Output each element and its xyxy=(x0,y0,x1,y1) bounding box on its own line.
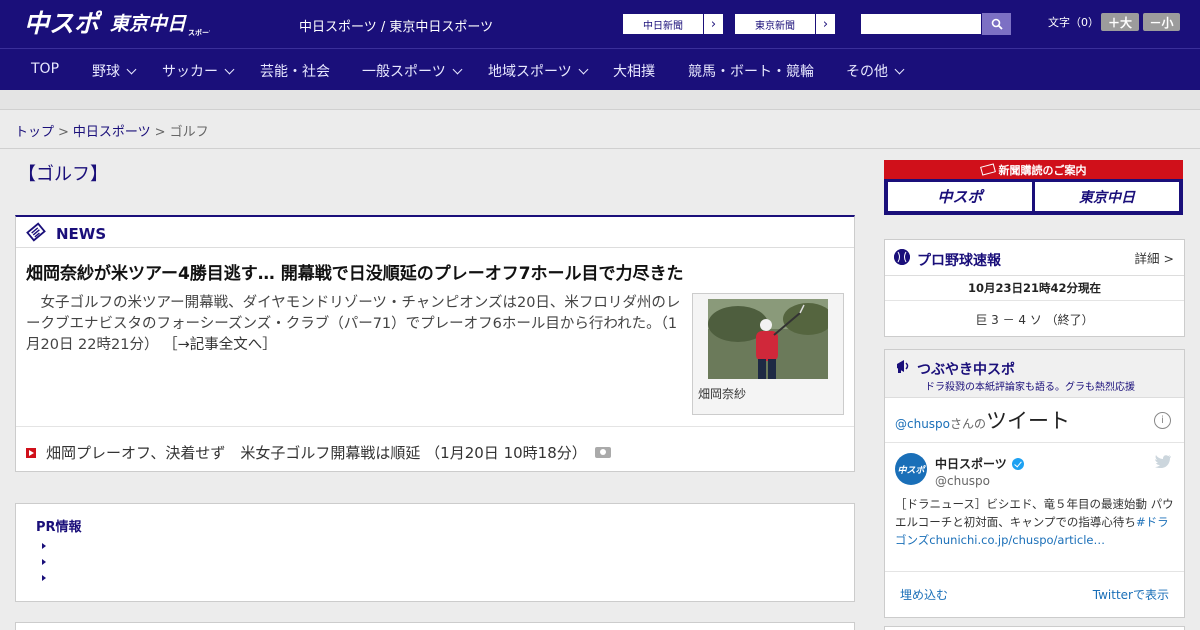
read-more-link[interactable]: ［→記事全文へ］ xyxy=(163,337,277,353)
next-panel xyxy=(15,622,855,630)
divider xyxy=(885,571,1184,572)
nav-item-other[interactable]: その他 xyxy=(846,61,905,81)
news-headline[interactable]: 畑岡奈紗が米ツアー4勝目逃す… 開幕戦で日没順延のプレーオフ7ホール目で力尽きた xyxy=(26,259,684,284)
tokyo-chunichi-logo[interactable]: 東京中日 スポーツ xyxy=(110,10,210,38)
page-title: 【ゴルフ】 xyxy=(18,164,108,185)
chevron-down-icon xyxy=(224,64,235,74)
news-panel: NEWS 畑岡奈紗が米ツアー4勝目逃す… 開幕戦で日没順延のプレーオフ7ホール目… xyxy=(15,215,855,472)
search-button[interactable] xyxy=(982,13,1011,35)
pr-panel: PR情報 xyxy=(15,503,855,602)
tweet-text[interactable]: ［ドラニュース］ビシエド、竜５年目の最速始動 パウエルコーチと初対面、キャンプで… xyxy=(895,495,1177,549)
avatar[interactable]: 中スポ xyxy=(895,453,927,485)
nav-item-baseball[interactable]: 野球 xyxy=(92,61,137,81)
chevron-right-icon: › xyxy=(703,14,723,34)
chunichi-shimbun-label: 中日新聞 xyxy=(643,20,683,32)
account-username[interactable]: @chuspo xyxy=(935,474,990,488)
svg-text:東京中日: 東京中日 xyxy=(110,13,187,35)
tokyo-shimbun-button[interactable]: 東京新聞 › xyxy=(734,13,836,35)
chevron-down-icon xyxy=(126,64,137,74)
baseball-title: プロ野球速報 xyxy=(917,253,1001,269)
divider xyxy=(885,300,1184,301)
nav-item-racing[interactable]: 競馬・ボート・競輪 xyxy=(688,61,814,81)
main-nav: TOP 野球 サッカー 芸能・社会 一般スポーツ 地域スポーツ 大相撲 競馬・ボ… xyxy=(0,48,1200,90)
newspaper-icon xyxy=(979,163,996,176)
twitter-handle-row: @chuspoさんのツイート xyxy=(895,409,1071,433)
breadcrumb-current: ゴルフ xyxy=(169,125,209,140)
divider xyxy=(0,148,1200,149)
related-article-link[interactable]: 畑岡プレーオフ、決着せず 米女子ゴルフ開幕戦は順延 （1月20日 10時18分） xyxy=(26,442,611,463)
news-summary: 女子ゴルフの米ツアー開幕戦、ダイヤモンドリゾーツ・チャンピオンズは20日、米フロ… xyxy=(26,293,681,356)
nav-item-sumo[interactable]: 大相撲 xyxy=(613,61,655,81)
twitter-subtitle: ドラ殺戮の本紙評論家も語る。グラも熱烈応援 xyxy=(925,382,1135,393)
baseball-score[interactable]: 巨 3 － 4 ソ （終了） xyxy=(885,311,1184,328)
news-header: NEWS xyxy=(16,217,854,248)
search-input[interactable] xyxy=(860,13,982,35)
arrow-right-icon[interactable] xyxy=(42,559,46,565)
breadcrumb-top-link[interactable]: トップ xyxy=(15,125,54,140)
next-sidebar-panel xyxy=(884,626,1185,630)
font-smaller-button[interactable]: －小 xyxy=(1143,13,1180,31)
baseball-icon xyxy=(894,249,910,265)
search-icon xyxy=(991,18,1003,30)
news-photo[interactable]: 畑岡奈紗 xyxy=(692,293,844,415)
subscribe-tokyo-button[interactable]: 東京中日 xyxy=(1035,182,1179,211)
arrow-right-icon[interactable] xyxy=(42,575,46,581)
chuspo-logo[interactable]: 中スポ xyxy=(24,6,102,40)
subscribe-chuspo-button[interactable]: 中スポ xyxy=(888,182,1032,211)
megaphone-icon xyxy=(897,360,909,373)
chevron-down-icon xyxy=(452,64,463,74)
pr-title: PR情報 xyxy=(36,520,82,535)
chevron-right-icon: › xyxy=(815,14,835,34)
divider xyxy=(885,442,1184,443)
arrow-right-icon[interactable] xyxy=(42,543,46,549)
info-icon[interactable]: i xyxy=(1154,412,1171,429)
embed-link[interactable]: 埋め込む xyxy=(900,586,948,603)
subscription-title: 新聞購読のご案内 xyxy=(884,160,1183,179)
photo-caption: 畑岡奈紗 xyxy=(698,387,747,401)
nav-item-soccer[interactable]: サッカー xyxy=(162,61,235,81)
twitter-handle-link[interactable]: @chuspo xyxy=(895,417,950,431)
account-name[interactable]: 中日スポーツ xyxy=(935,455,1024,472)
site-title[interactable]: 中日スポーツ / 東京中日スポーツ xyxy=(299,16,493,35)
golfer-photo xyxy=(708,299,828,379)
twitter-panel: つぶやき中スポ ドラ殺戮の本紙評論家も語る。グラも熱烈応援 @chuspoさんの… xyxy=(884,349,1185,618)
top-header: 中スポ 東京中日 スポーツ 中日スポーツ / 東京中日スポーツ 中日新聞 › 東… xyxy=(0,0,1200,48)
breadcrumb-chunichi-link[interactable]: 中日スポーツ xyxy=(73,125,151,140)
nav-item-regional-sports[interactable]: 地域スポーツ xyxy=(488,61,589,81)
nav-item-entertainment[interactable]: 芸能・社会 xyxy=(260,61,330,81)
news-label: NEWS xyxy=(56,225,107,243)
baseball-header: プロ野球速報 詳細 > xyxy=(885,240,1184,276)
view-on-twitter-link[interactable]: Twitterで表示 xyxy=(1093,586,1169,603)
subscription-banner[interactable]: 新聞購読のご案内 中スポ 東京中日 xyxy=(884,160,1183,215)
news-summary-text: 女子ゴルフの米ツアー開幕戦、ダイヤモンドリゾーツ・チャンピオンズは20日、米フロ… xyxy=(26,295,681,353)
font-bigger-button[interactable]: ＋大 xyxy=(1101,13,1139,31)
newspaper-icon xyxy=(26,222,46,242)
svg-text:中スポ: 中スポ xyxy=(24,10,102,38)
verified-icon xyxy=(1011,457,1024,470)
sub-nav-bar xyxy=(0,90,1200,110)
camera-icon xyxy=(594,447,611,458)
baseball-detail-link[interactable]: 詳細 > xyxy=(1135,248,1174,267)
svg-text:スポーツ: スポーツ xyxy=(188,28,210,37)
chunichi-shimbun-button[interactable]: 中日新聞 › xyxy=(622,13,724,35)
chevron-down-icon xyxy=(894,64,905,74)
twitter-title: つぶやき中スポ xyxy=(917,362,1015,378)
play-icon xyxy=(26,447,36,458)
tweets-heading: ツイート xyxy=(986,409,1071,433)
twitter-bird-icon[interactable] xyxy=(1154,454,1172,468)
related-article-text: 畑岡プレーオフ、決着せず 米女子ゴルフ開幕戦は順延 （1月20日 10時18分） xyxy=(46,444,587,462)
baseball-update-time: 10月23日21時42分現在 xyxy=(967,281,1101,295)
twitter-header: つぶやき中スポ ドラ殺戮の本紙評論家も語る。グラも熱烈応援 xyxy=(885,350,1184,398)
nav-item-general-sports[interactable]: 一般スポーツ xyxy=(362,61,463,81)
nav-item-top[interactable]: TOP xyxy=(31,61,59,77)
chevron-down-icon xyxy=(578,64,589,74)
baseball-score-panel: プロ野球速報 詳細 > 10月23日21時42分現在 巨 3 － 4 ソ （終了… xyxy=(884,239,1185,337)
divider xyxy=(16,426,854,427)
breadcrumb: トップ > 中日スポーツ > ゴルフ xyxy=(15,125,209,140)
tokyo-shimbun-label: 東京新聞 xyxy=(755,20,795,32)
font-size-label: 文字（0） xyxy=(1048,16,1099,29)
